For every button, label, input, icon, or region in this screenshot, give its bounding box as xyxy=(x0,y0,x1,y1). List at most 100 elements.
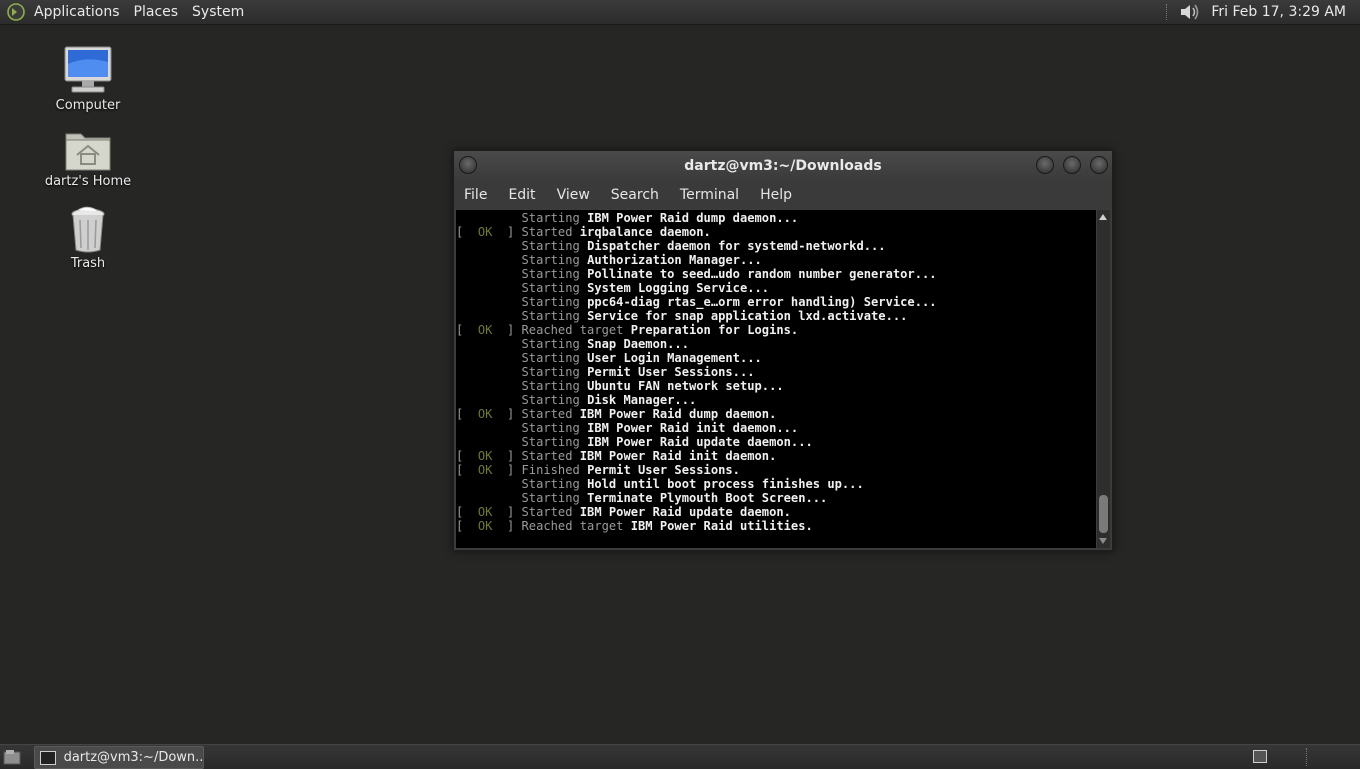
desktop-icon-computer[interactable]: Computer xyxy=(33,46,143,113)
terminal-line: Starting Hold until boot process finishe… xyxy=(456,477,1096,491)
line-message: ppc64-diag rtas_e…orm error handling) Se… xyxy=(587,295,937,309)
terminal-line: Starting Dispatcher daemon for systemd-n… xyxy=(456,239,1096,253)
line-prefix: Starting xyxy=(456,253,588,267)
status-bracket: [ xyxy=(456,449,478,463)
system-menu[interactable]: System xyxy=(192,4,244,20)
terminal-line: [ OK ] Started IBM Power Raid dump daemo… xyxy=(456,407,1096,421)
clock[interactable]: Fri Feb 17, 3:29 AM xyxy=(1211,4,1346,20)
ok-status: OK xyxy=(477,519,493,533)
close-icon[interactable] xyxy=(1090,156,1108,174)
mate-menu-icon[interactable] xyxy=(7,3,25,21)
workspace-switcher-icon[interactable] xyxy=(1253,750,1267,763)
line-prefix: ] Reached target xyxy=(492,323,631,337)
terminal-line: Starting Terminate Plymouth Boot Screen.… xyxy=(456,491,1096,505)
line-prefix: Starting xyxy=(456,211,588,225)
panel-separator xyxy=(1306,748,1307,766)
menu-file[interactable]: File xyxy=(464,187,487,203)
taskbar-window-label: dartz@vm3:~/Down... xyxy=(63,750,203,765)
terminal-line: [ OK ] Finished Permit User Sessions. xyxy=(456,463,1096,477)
menu-search[interactable]: Search xyxy=(611,187,659,203)
terminal-icon xyxy=(40,750,56,765)
line-message: User Login Management... xyxy=(587,351,762,365)
line-prefix: Starting xyxy=(456,421,588,435)
terminal-output[interactable]: Starting IBM Power Raid dump daemon... [ … xyxy=(456,210,1096,548)
maximize-icon[interactable] xyxy=(1063,156,1081,174)
scrollbar-thumb[interactable] xyxy=(1099,495,1108,533)
line-prefix: Starting xyxy=(456,351,588,365)
line-message: Permit User Sessions. xyxy=(587,463,740,477)
line-prefix: Starting xyxy=(456,435,588,449)
line-message: Ubuntu FAN network setup... xyxy=(587,379,784,393)
line-message: Snap Daemon... xyxy=(587,337,689,351)
bottom-panel: dartz@vm3:~/Down... xyxy=(0,744,1360,769)
places-menu[interactable]: Places xyxy=(134,4,179,20)
line-prefix: Starting xyxy=(456,379,588,393)
terminal-line: Starting ppc64-diag rtas_e…orm error han… xyxy=(456,295,1096,309)
line-message: IBM Power Raid update daemon. xyxy=(579,505,791,519)
window-title: dartz@vm3:~/Downloads xyxy=(684,158,882,174)
desktop-icon-label: Trash xyxy=(70,256,106,271)
terminal-window[interactable]: dartz@vm3:~/Downloads File Edit View Sea… xyxy=(453,150,1113,551)
line-message: irqbalance daemon. xyxy=(579,225,711,239)
terminal-line: Starting IBM Power Raid update daemon... xyxy=(456,435,1096,449)
volume-icon[interactable] xyxy=(1179,2,1201,22)
line-message: Permit User Sessions... xyxy=(587,365,755,379)
line-prefix: Starting xyxy=(456,281,588,295)
line-prefix: Starting xyxy=(456,295,588,309)
line-message: IBM Power Raid init daemon. xyxy=(579,449,777,463)
desktop-icon-home[interactable]: dartz's Home xyxy=(33,128,143,189)
minimize-icon[interactable] xyxy=(1036,156,1054,174)
line-prefix: Starting xyxy=(456,365,588,379)
menu-terminal[interactable]: Terminal xyxy=(680,187,739,203)
status-bracket: [ xyxy=(456,463,478,477)
terminal-line: Starting User Login Management... xyxy=(456,351,1096,365)
line-prefix: ] Started xyxy=(492,449,580,463)
menu-view[interactable]: View xyxy=(557,187,590,203)
line-message: Preparation for Logins. xyxy=(630,323,799,337)
menu-help[interactable]: Help xyxy=(760,187,792,203)
applications-menu[interactable]: Applications xyxy=(34,4,120,20)
ok-status: OK xyxy=(477,407,493,421)
title-bar[interactable]: dartz@vm3:~/Downloads xyxy=(454,151,1112,181)
ok-status: OK xyxy=(477,463,493,477)
line-message: IBM Power Raid dump daemon. xyxy=(579,407,777,421)
top-panel: Applications Places System Fri Feb 17, 3… xyxy=(0,0,1360,25)
line-prefix: ] Started xyxy=(492,505,580,519)
taskbar-window-button[interactable]: dartz@vm3:~/Down... xyxy=(34,746,204,769)
terminal-line: [ OK ] Started IBM Power Raid update dae… xyxy=(456,505,1096,519)
scroll-down-icon[interactable] xyxy=(1099,538,1107,544)
ok-status: OK xyxy=(477,449,493,463)
terminal-line: Starting Service for snap application lx… xyxy=(456,309,1096,323)
line-message: Disk Manager... xyxy=(587,393,697,407)
ok-status: OK xyxy=(477,225,493,239)
line-message: IBM Power Raid dump daemon... xyxy=(587,211,799,225)
terminal-line: Starting IBM Power Raid init daemon... xyxy=(456,421,1096,435)
line-prefix: Starting xyxy=(456,393,588,407)
line-message: Dispatcher daemon for systemd-networkd..… xyxy=(587,239,886,253)
terminal-lines: Starting IBM Power Raid dump daemon... [ … xyxy=(456,210,1096,533)
line-prefix: ] Reached target xyxy=(492,519,631,533)
status-bracket: [ xyxy=(456,407,478,421)
line-prefix: ] Finished xyxy=(492,463,588,477)
scroll-up-icon[interactable] xyxy=(1099,214,1107,220)
terminal-line: Starting Snap Daemon... xyxy=(456,337,1096,351)
line-message: IBM Power Raid init daemon... xyxy=(587,421,799,435)
line-prefix: Starting xyxy=(456,337,588,351)
line-message: Pollinate to seed…udo random number gene… xyxy=(587,267,937,281)
terminal-line: Starting Disk Manager... xyxy=(456,393,1096,407)
terminal-scrollbar[interactable] xyxy=(1097,210,1110,548)
line-prefix: Starting xyxy=(456,477,588,491)
line-message: IBM Power Raid utilities. xyxy=(630,519,813,533)
terminal-line: Starting Permit User Sessions... xyxy=(456,365,1096,379)
line-message: System Logging Service... xyxy=(587,281,770,295)
computer-icon xyxy=(64,46,112,93)
line-prefix: Starting xyxy=(456,309,588,323)
desktop-icon-trash[interactable]: Trash xyxy=(33,206,143,271)
menu-edit[interactable]: Edit xyxy=(508,187,535,203)
terminal-line: [ OK ] Reached target Preparation for Lo… xyxy=(456,323,1096,337)
line-prefix: ] Started xyxy=(492,225,580,239)
line-message: Hold until boot process finishes up... xyxy=(587,477,864,491)
terminal-line: Starting Authorization Manager... xyxy=(456,253,1096,267)
line-message: Terminate Plymouth Boot Screen... xyxy=(587,491,828,505)
show-desktop-icon[interactable] xyxy=(3,749,21,765)
